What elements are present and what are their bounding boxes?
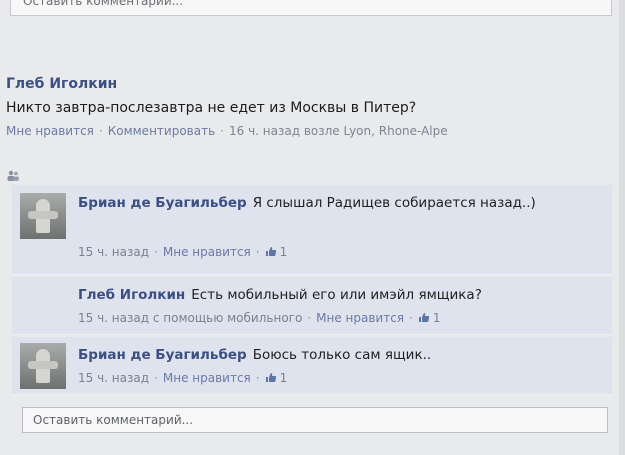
previous-comment-placeholder: Оставить комментарий... <box>23 0 184 8</box>
post: Глеб Иголкин Никто завтра-послезавтра не… <box>6 76 618 138</box>
separator-dot: · <box>255 371 260 385</box>
comment-like-link[interactable]: Мне нравится <box>163 371 251 385</box>
separator-dot: · <box>220 124 224 138</box>
thumbs-up-icon <box>265 247 276 256</box>
comment-text: Я слышал Радищев собирается назад..) <box>252 195 536 211</box>
comment-text: Боюсь только сам ящик.. <box>252 347 432 363</box>
comment-time[interactable]: 15 ч. назад с помощью мобильного <box>78 311 302 325</box>
post-comment-link[interactable]: Комментировать <box>108 124 215 138</box>
previous-comment-input[interactable]: Оставить комментарий... <box>10 0 612 16</box>
avatar[interactable] <box>20 343 66 389</box>
post-like-link[interactable]: Мне нравится <box>6 124 94 138</box>
separator-dot: · <box>154 371 158 385</box>
thumbs-up-icon <box>265 373 276 382</box>
post-author-link[interactable]: Глеб Иголкин <box>6 76 618 92</box>
comment-time[interactable]: 15 ч. назад <box>78 245 149 259</box>
post-text: Никто завтра-послезавтра не едет из Моск… <box>6 100 417 116</box>
separator-dot: · <box>98 124 103 138</box>
thumbs-up-icon <box>418 313 429 322</box>
avatar[interactable] <box>20 193 66 239</box>
comment-like-count[interactable]: 1 <box>433 311 441 325</box>
comment-body: Бриан де Буагильбер Я слышал Радищев соби… <box>78 194 598 213</box>
comment-author-link[interactable]: Бриан де Буагильбер <box>78 195 247 211</box>
comment-item: Бриан де Буагильбер Боюсь только сам ящик… <box>12 337 612 395</box>
comment-body: Глеб Иголкин Есть мобильный его или имэйл… <box>78 286 598 305</box>
separator-dot: · <box>409 311 413 325</box>
separator-dot: · <box>307 311 312 325</box>
comment-body: Бриан де Буагильбер Боюсь только сам ящик… <box>78 346 598 365</box>
post-meta: Мне нравится · Комментировать · 16 ч. назад … <box>6 124 618 138</box>
comment-meta: 15 ч. назад · Мне нравится · 1 <box>78 371 287 385</box>
avatar-figure-arms <box>28 211 58 219</box>
comment-item: Бриан де Буагильбер Я слышал Радищев соби… <box>12 185 612 275</box>
comment-input-placeholder: Оставить комментарий... <box>33 413 194 427</box>
people-icon <box>7 170 19 181</box>
separator-dot: · <box>255 245 260 259</box>
comment-item: Глеб Иголкин Есть мобильный его или имэйл… <box>12 277 612 335</box>
comment-text: Есть мобильный его или имэйл ямщика? <box>191 287 482 303</box>
comments-list: Бриан де Буагильбер Я слышал Радищев соби… <box>12 185 612 445</box>
comment-like-count[interactable]: 1 <box>280 245 288 259</box>
comment-like-link[interactable]: Мне нравится <box>316 311 404 325</box>
comment-like-count[interactable]: 1 <box>280 371 288 385</box>
separator-dot: · <box>154 245 158 259</box>
window-edge <box>619 0 625 455</box>
post-time[interactable]: 16 ч. назад возле Lyon, Rhone-Alpe <box>229 124 448 138</box>
comment-meta: 15 ч. назад с помощью мобильного · Мне нра… <box>78 311 441 325</box>
comment-like-link[interactable]: Мне нравится <box>163 245 251 259</box>
comment-meta: 15 ч. назад · Мне нравится · 1 <box>78 245 287 259</box>
comment-author-link[interactable]: Глеб Иголкин <box>78 287 185 303</box>
comment-time[interactable]: 15 ч. назад <box>78 371 149 385</box>
avatar-figure-arms <box>28 361 58 369</box>
comment-input[interactable]: Оставить комментарий... <box>22 407 608 433</box>
comment-author-link[interactable]: Бриан де Буагильбер <box>78 347 247 363</box>
